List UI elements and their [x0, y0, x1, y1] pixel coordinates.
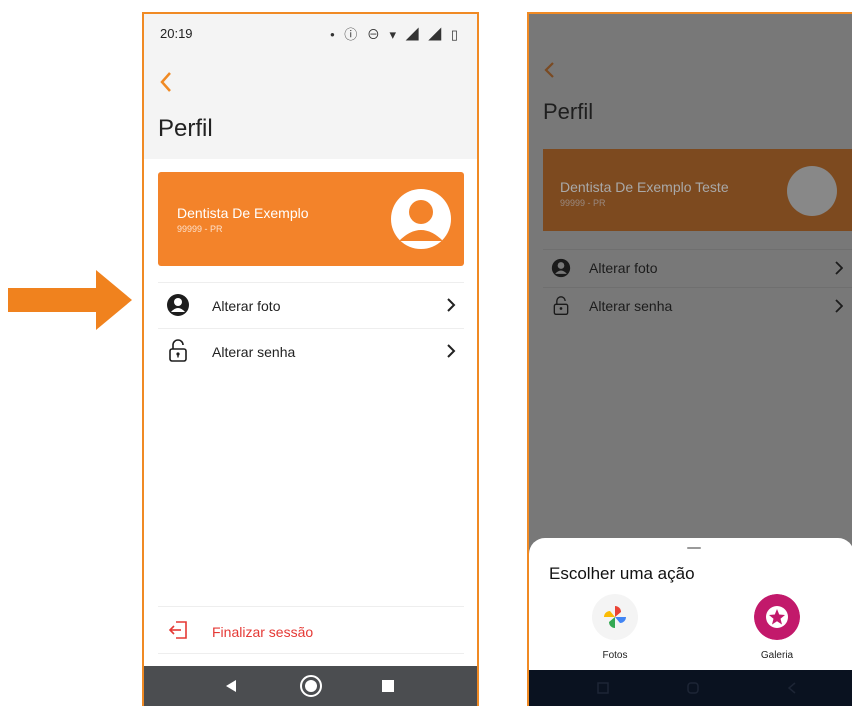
- user-circle-icon: [167, 294, 189, 316]
- profile-card: Dentista De Exemplo 99999 - PR: [158, 172, 464, 266]
- back-arrow-icon[interactable]: [158, 70, 174, 94]
- status-time: 20:19: [160, 26, 193, 41]
- status-icons: • ⓘ ⊖ ▾ ◢ ◢ ▯: [330, 27, 461, 42]
- nav-back-icon[interactable]: [224, 679, 238, 693]
- nav-back-icon[interactable]: [787, 682, 797, 694]
- page-title: Perfil: [543, 99, 594, 124]
- nav-home-icon[interactable]: [299, 674, 323, 698]
- user-avatar-icon: [399, 200, 443, 241]
- profile-subtitle: 99999 - PR: [560, 198, 606, 208]
- phone-screen-profile: 20:19 • ⓘ ⊖ ▾ ◢ ◢ ▯ Perfil Dentista De E…: [142, 12, 479, 706]
- menu-item-label: Alterar senha: [589, 298, 673, 314]
- app-option-galeria[interactable]: Galeria: [737, 594, 817, 661]
- app-label: Fotos: [602, 650, 628, 661]
- google-photos-icon: [592, 594, 638, 640]
- menu-item-label: Alterar foto: [212, 298, 281, 314]
- profile-name: Dentista De Exemplo: [177, 205, 309, 221]
- menu-item-alterar-senha[interactable]: Alterar senha: [543, 287, 852, 325]
- android-nav-bar: [144, 666, 477, 706]
- menu-item-label: Alterar foto: [589, 260, 658, 276]
- user-circle-icon: [551, 258, 571, 278]
- menu-item-label: Alterar senha: [212, 344, 296, 360]
- phone-screen-action-sheet: Perfil Dentista De Exemplo Teste 99999 -…: [527, 12, 852, 706]
- avatar: [787, 166, 837, 216]
- menu-item-alterar-foto[interactable]: Alterar foto: [543, 249, 852, 287]
- logout-icon: [168, 621, 187, 639]
- profile-name: Dentista De Exemplo Teste: [560, 179, 729, 195]
- back-arrow-icon[interactable]: [543, 61, 555, 79]
- avatar: [391, 189, 451, 249]
- profile-card: Dentista De Exemplo Teste 99999 - PR: [543, 149, 852, 231]
- pointer-arrow-icon: [8, 270, 132, 330]
- nav-home-icon[interactable]: [687, 682, 699, 694]
- nav-recents-icon[interactable]: [382, 680, 394, 692]
- menu-item-alterar-foto[interactable]: Alterar foto: [158, 282, 464, 328]
- sheet-title: Escolher uma ação: [549, 564, 695, 583]
- menu-item-alterar-senha[interactable]: Alterar senha: [158, 328, 464, 374]
- page-title: Perfil: [158, 115, 213, 142]
- gallery-icon: [754, 594, 800, 640]
- logout-label: Finalizar sessão: [212, 624, 314, 640]
- chevron-right-icon: [447, 344, 456, 358]
- app-label: Galeria: [760, 650, 794, 661]
- logout-button[interactable]: Finalizar sessão: [158, 606, 464, 654]
- action-sheet: Escolher uma ação Fotos Galeria: [529, 538, 852, 684]
- chevron-right-icon: [447, 298, 456, 312]
- app-option-fotos[interactable]: Fotos: [575, 594, 655, 661]
- profile-subtitle: 99999 - PR: [177, 224, 223, 234]
- nav-recents-icon[interactable]: [597, 682, 609, 694]
- unlock-icon: [553, 296, 569, 315]
- chevron-right-icon: [835, 299, 843, 313]
- unlock-icon: [169, 339, 187, 362]
- android-nav-bar: [529, 670, 852, 706]
- sheet-handle[interactable]: [687, 547, 701, 549]
- chevron-right-icon: [835, 261, 843, 275]
